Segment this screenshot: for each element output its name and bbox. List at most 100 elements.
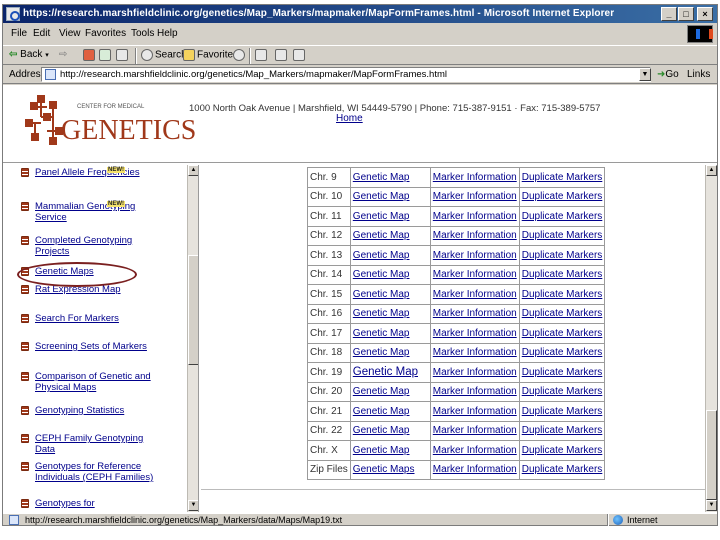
back-button[interactable]: ⇦ Back ▾ (9, 49, 49, 60)
duplicate-markers-link[interactable]: Duplicate Markers (522, 464, 603, 475)
genetic-map-link[interactable]: Genetic Map (353, 230, 410, 241)
marker-info-link[interactable]: Marker Information (433, 406, 517, 417)
duplicate-markers-link[interactable]: Duplicate Markers (522, 172, 603, 183)
nav-item[interactable]: CEPH Family Genotyping Data (9, 433, 187, 455)
duplicate-markers-link[interactable]: Duplicate Markers (522, 445, 603, 456)
nav-link[interactable]: Genotypes for (35, 498, 155, 509)
genetic-map-link[interactable]: Genetic Map (353, 308, 410, 319)
close-button[interactable]: × (697, 7, 713, 21)
duplicate-markers-link[interactable]: Duplicate Markers (522, 347, 603, 358)
genetic-map-link[interactable]: Genetic Maps (353, 464, 415, 475)
menu-file[interactable]: File (11, 28, 27, 39)
menu-favorites[interactable]: Favorites (85, 28, 126, 39)
marker-info-link[interactable]: Marker Information (433, 308, 517, 319)
marker-info-link[interactable]: Marker Information (433, 464, 517, 475)
marker-info-link[interactable]: Marker Information (433, 289, 517, 300)
home-toolbar-button[interactable] (116, 49, 130, 61)
scroll-up-button[interactable]: ▲ (188, 165, 198, 176)
genetics-logo[interactable]: CENTER FOR MEDICAL GENETICS (25, 93, 196, 153)
duplicate-markers-link[interactable]: Duplicate Markers (522, 425, 603, 436)
marker-info-link[interactable]: Marker Information (433, 445, 517, 456)
nav-link[interactable]: Genotypes for Reference Individuals (CEP… (35, 461, 155, 483)
mail-button[interactable] (255, 49, 269, 61)
maximize-button[interactable]: □ (678, 7, 694, 21)
genetic-map-link[interactable]: Genetic Map (353, 445, 410, 456)
duplicate-markers-link[interactable]: Duplicate Markers (522, 406, 603, 417)
go-button[interactable]: ➜Go (657, 69, 679, 80)
scroll-up-button[interactable]: ▲ (706, 165, 717, 176)
genetic-map-link[interactable]: Genetic Map (353, 289, 410, 300)
stop-button[interactable] (83, 49, 97, 61)
duplicate-markers-link[interactable]: Duplicate Markers (522, 191, 603, 202)
scroll-down-button[interactable]: ▼ (188, 500, 198, 511)
marker-info-link[interactable]: Marker Information (433, 250, 517, 261)
genetic-map-link[interactable]: Genetic Map (353, 211, 410, 222)
duplicate-markers-link[interactable]: Duplicate Markers (522, 308, 603, 319)
nav-link[interactable]: Mammalian Genotyping Service (35, 201, 155, 223)
genetic-map-link[interactable]: Genetic Map (353, 366, 418, 378)
minimize-button[interactable]: _ (661, 7, 677, 21)
edit-button[interactable] (293, 49, 307, 61)
search-button[interactable]: Search (141, 49, 187, 61)
nav-link[interactable]: Screening Sets of Markers (35, 341, 155, 352)
scroll-thumb[interactable] (706, 410, 717, 500)
duplicate-markers-link[interactable]: Duplicate Markers (522, 211, 603, 222)
genetic-map-link[interactable]: Genetic Map (353, 328, 410, 339)
marker-info-link[interactable]: Marker Information (433, 347, 517, 358)
nav-link[interactable]: CEPH Family Genotyping Data (35, 433, 155, 455)
nav-link[interactable]: Genotyping Statistics (35, 405, 155, 416)
genetic-map-link[interactable]: Genetic Map (353, 172, 410, 183)
nav-scrollbar[interactable]: ▲ ▼ (187, 165, 198, 512)
genetic-map-link[interactable]: Genetic Map (353, 191, 410, 202)
address-input[interactable]: http://research.marshfieldclinic.org/gen… (41, 67, 651, 82)
nav-link[interactable]: Comparison of Genetic and Physical Maps (35, 371, 155, 393)
genetic-map-link[interactable]: Genetic Map (353, 425, 410, 436)
genetic-map-link[interactable]: Genetic Map (353, 386, 410, 397)
nav-item[interactable]: Screening Sets of Markers (9, 341, 187, 367)
nav-item[interactable]: Genotypes for Reference Individuals (CEP… (9, 461, 187, 493)
refresh-button[interactable] (99, 49, 113, 61)
marker-info-link[interactable]: Marker Information (433, 191, 517, 202)
duplicate-markers-link[interactable]: Duplicate Markers (522, 328, 603, 339)
menu-view[interactable]: View (59, 28, 81, 39)
marker-info-link[interactable]: Marker Information (433, 230, 517, 241)
nav-item[interactable]: Rat Expression Map (9, 284, 187, 306)
nav-item[interactable]: Genotyping Statistics (9, 405, 187, 427)
duplicate-markers-link[interactable]: Duplicate Markers (522, 269, 603, 280)
duplicate-markers-link[interactable]: Duplicate Markers (522, 386, 603, 397)
marker-info-link[interactable]: Marker Information (433, 172, 517, 183)
print-button[interactable] (275, 49, 289, 61)
scroll-down-button[interactable]: ▼ (706, 500, 717, 511)
genetic-map-link[interactable]: Genetic Map (353, 269, 410, 280)
marker-info-link[interactable]: Marker Information (433, 211, 517, 222)
nav-item[interactable]: Genotypes for (9, 498, 187, 512)
marker-info-link[interactable]: Marker Information (433, 328, 517, 339)
menu-help[interactable]: Help (157, 28, 178, 39)
nav-item[interactable]: Panel Allele Frequencies NEW! (9, 167, 187, 189)
nav-link[interactable]: Search For Markers (35, 313, 155, 324)
nav-link[interactable]: Panel Allele Frequencies (35, 167, 155, 178)
menu-tools[interactable]: Tools (131, 28, 154, 39)
history-button[interactable] (233, 49, 247, 61)
duplicate-markers-link[interactable]: Duplicate Markers (522, 367, 603, 378)
scroll-thumb[interactable] (188, 255, 198, 365)
home-link[interactable]: Home (336, 113, 363, 124)
genetic-map-link[interactable]: Genetic Map (353, 347, 410, 358)
address-dropdown-button[interactable]: ▼ (639, 68, 651, 81)
duplicate-markers-link[interactable]: Duplicate Markers (522, 230, 603, 241)
menu-edit[interactable]: Edit (33, 28, 50, 39)
favorites-button[interactable]: Favorites (183, 49, 238, 61)
main-scrollbar[interactable]: ▲ ▼ (705, 165, 717, 512)
marker-info-link[interactable]: Marker Information (433, 386, 517, 397)
marker-info-link[interactable]: Marker Information (433, 269, 517, 280)
nav-item[interactable]: Mammalian Genotyping Service NEW! (9, 201, 187, 231)
marker-info-link[interactable]: Marker Information (433, 425, 517, 436)
genetic-map-link[interactable]: Genetic Map (353, 406, 410, 417)
genetic-map-link[interactable]: Genetic Map (353, 250, 410, 261)
forward-button[interactable]: ⇨ (59, 49, 67, 60)
marker-info-link[interactable]: Marker Information (433, 367, 517, 378)
nav-link[interactable]: Completed Genotyping Projects (35, 235, 155, 257)
duplicate-markers-link[interactable]: Duplicate Markers (522, 289, 603, 300)
duplicate-markers-link[interactable]: Duplicate Markers (522, 250, 603, 261)
nav-item[interactable]: Comparison of Genetic and Physical Maps (9, 371, 187, 401)
